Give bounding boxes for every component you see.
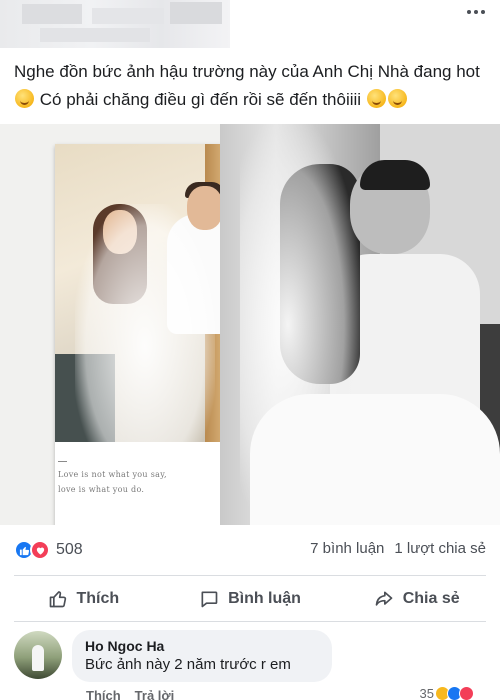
love-reaction-icon [459, 686, 474, 700]
comment-button[interactable]: Bình luận [167, 576, 334, 621]
share-arrow-icon [375, 591, 393, 606]
bw-photo [220, 124, 500, 525]
more-options-icon[interactable] [464, 2, 488, 22]
post-text-line: Nghe đồn bức ảnh hậu trường này của Anh … [14, 62, 480, 81]
comment-bubble: Ho Ngoc Ha Bức ảnh này 2 năm trước r em [72, 630, 332, 682]
like-button-label: Thích [76, 589, 120, 607]
post-text-line: Có phải chăng điều gì đến rồi sẽ đến thô… [39, 90, 362, 109]
thumbs-up-icon [49, 590, 66, 607]
blurred-header [0, 0, 230, 48]
comment-like-link[interactable]: Thích [86, 688, 121, 700]
starstruck-emoji-icon [15, 89, 34, 108]
winking-emoji-icon [366, 89, 386, 108]
comment-button-label: Bình luận [228, 589, 301, 607]
like-button[interactable]: Thích [0, 576, 167, 621]
divider [14, 621, 486, 622]
post-action-bar: Thích Bình luận Chia sẻ [0, 576, 500, 621]
post-photo[interactable]: Love is not what you say, love is what y… [0, 124, 500, 525]
comment-reply-link[interactable]: Trả lời [135, 688, 175, 700]
post-caption: Nghe đồn bức ảnh hậu trường này của Anh … [14, 58, 490, 114]
reaction-count: 508 [56, 541, 83, 558]
speech-bubble-icon [201, 591, 218, 607]
post-stats: 7 bình luận 1 lượt chia sẻ [310, 540, 486, 560]
comment-text: Bức ảnh này 2 năm trước r em [85, 656, 291, 673]
reaction-summary[interactable]: 508 [14, 540, 83, 560]
share-button[interactable]: Chia sẻ [333, 576, 500, 621]
comment-author[interactable]: Ho Ngoc Ha [85, 637, 319, 655]
share-button-label: Chia sẻ [402, 589, 460, 607]
comment-reactions[interactable]: 35 [420, 686, 474, 700]
heart-eyes-emoji-icon [387, 89, 407, 108]
share-count-link[interactable]: 1 lượt chia sẻ [394, 540, 486, 560]
avatar[interactable] [14, 631, 62, 679]
comment-reaction-count: 35 [419, 686, 434, 700]
love-reaction-icon [30, 540, 50, 560]
comment-actions: Thích Trả lời [86, 688, 174, 700]
comment-count-link[interactable]: 7 bình luận [310, 540, 384, 560]
